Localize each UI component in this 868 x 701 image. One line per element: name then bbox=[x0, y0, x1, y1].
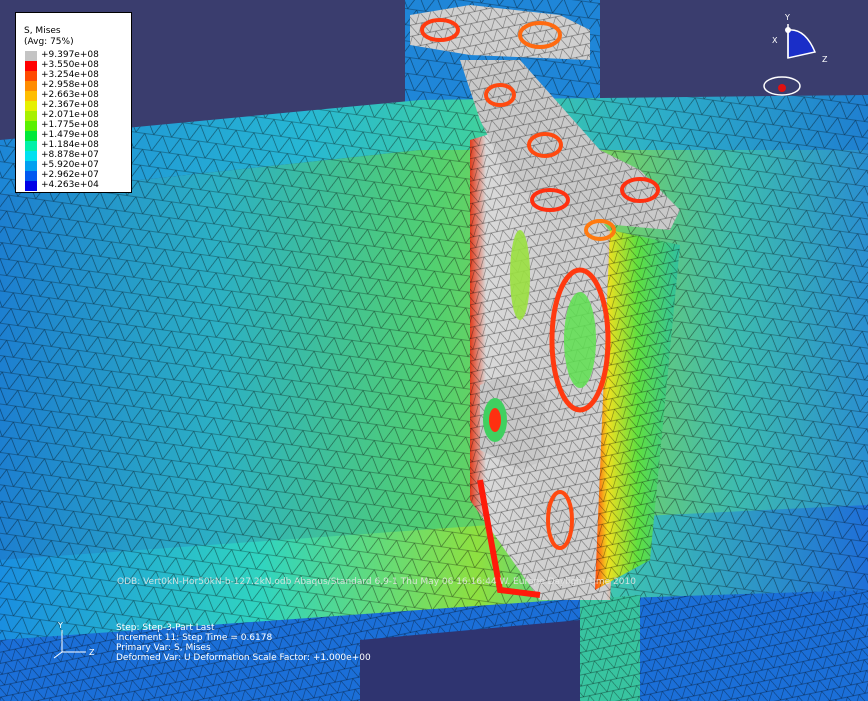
legend-swatch bbox=[25, 51, 37, 61]
view-triad-y-label: Y bbox=[784, 13, 790, 22]
legend-value: +2.958e+08 bbox=[41, 80, 99, 90]
legend-value: +1.184e+08 bbox=[41, 140, 99, 150]
stress-legend: S, Mises (Avg: 75%) +9.397e+08 +3.550e+08… bbox=[15, 12, 132, 193]
legend-value: +2.071e+08 bbox=[41, 110, 99, 120]
legend-swatch bbox=[25, 81, 37, 91]
legend-value: +5.920e+07 bbox=[41, 160, 99, 170]
legend-value: +1.775e+08 bbox=[41, 120, 99, 130]
legend-value: +2.962e+07 bbox=[41, 170, 99, 180]
view-cube-triad[interactable]: Y X Z bbox=[760, 10, 830, 100]
legend-swatch bbox=[25, 181, 37, 191]
legend-swatch bbox=[25, 61, 37, 71]
legend-swatch bbox=[25, 151, 37, 161]
deformed-var-line: Deformed Var: U Deformation Scale Factor… bbox=[116, 653, 371, 663]
legend-value: +9.397e+08 bbox=[41, 50, 99, 60]
odb-info-line: ODB: Vert0kN-Hor50kN-b-127.2kN.odb Abaqu… bbox=[117, 577, 636, 587]
legend-swatch bbox=[25, 161, 37, 171]
viewport[interactable]: S, Mises (Avg: 75%) +9.397e+08 +3.550e+08… bbox=[0, 0, 868, 701]
legend-swatch bbox=[25, 121, 37, 131]
legend-swatch bbox=[25, 131, 37, 141]
triad-y-label: Y bbox=[57, 621, 63, 630]
legend-swatch bbox=[25, 141, 37, 151]
legend-swatch bbox=[25, 171, 37, 181]
legend-swatch bbox=[25, 71, 37, 81]
legend-value: +3.254e+08 bbox=[41, 70, 99, 80]
step-info: Step: Step-3-Part Last Increment 11: Ste… bbox=[116, 623, 371, 663]
view-triad-z-label: Z bbox=[822, 55, 828, 64]
step-line: Step: Step-3-Part Last bbox=[116, 623, 215, 633]
view-triad-x-label: X bbox=[772, 36, 778, 45]
legend-value: +8.878e+07 bbox=[41, 150, 99, 160]
legend-swatch bbox=[25, 111, 37, 121]
increment-line: Increment 11: Step Time = 0.6178 bbox=[116, 633, 273, 643]
legend-value: +4.263e+04 bbox=[41, 180, 99, 190]
legend-subtitle: (Avg: 75%) bbox=[24, 37, 74, 47]
legend-value: +1.479e+08 bbox=[41, 130, 99, 140]
legend-swatch bbox=[25, 101, 37, 111]
legend-title: S, Mises bbox=[24, 26, 61, 36]
triad-z-label: Z bbox=[89, 648, 95, 657]
legend-value: +2.367e+08 bbox=[41, 100, 99, 110]
axis-triad-small: Y Z bbox=[53, 621, 95, 659]
primary-var-line: Primary Var: S, Mises bbox=[116, 643, 211, 653]
legend-value: +3.550e+08 bbox=[41, 60, 99, 70]
legend-swatch bbox=[25, 91, 37, 101]
legend-value: +2.663e+08 bbox=[41, 90, 99, 100]
view-triad-cap-icon bbox=[787, 29, 817, 59]
